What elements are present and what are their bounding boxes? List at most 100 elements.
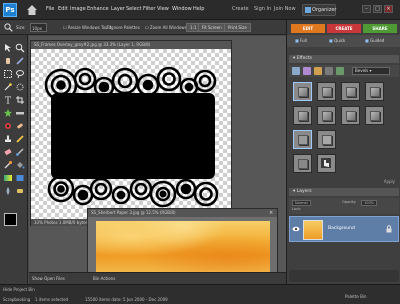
- maximize-button[interactable]: □: [373, 5, 382, 13]
- home-icon[interactable]: [26, 4, 38, 16]
- resize-windows-checkbox[interactable]: ☐ Resize Windows To Fit: [63, 23, 111, 32]
- tab-edit[interactable]: EDIT: [291, 24, 325, 33]
- document-window-sherbert-paper[interactable]: SS_Sherbert Paper 3.jpg @ 12.5% (RGB/8) …: [87, 208, 278, 274]
- zoom-all-checkbox[interactable]: ☐ Zoom All Windows: [145, 23, 187, 32]
- spot-healing-tool-icon[interactable]: [15, 121, 25, 131]
- menu-filter[interactable]: Filter: [143, 6, 155, 12]
- eyedropper-tool-icon[interactable]: [15, 56, 25, 66]
- size-label: Size:: [16, 25, 26, 30]
- menu-edit[interactable]: Edit: [58, 6, 68, 12]
- opacity-input[interactable]: 100%: [361, 200, 378, 206]
- marquee-tool-icon[interactable]: [3, 69, 13, 79]
- tab-share[interactable]: SHARE: [363, 24, 397, 33]
- hide-project-bin-button[interactable]: Hide Project Bin: [3, 287, 35, 292]
- sponge-tool-icon[interactable]: [15, 186, 25, 196]
- doc2-close-icon[interactable]: ×: [269, 209, 275, 217]
- layer-row-background[interactable]: Background: [289, 216, 399, 242]
- gradient-tool-icon[interactable]: [3, 173, 13, 183]
- effect-swatch[interactable]: [365, 106, 384, 125]
- effects-panel-header[interactable]: ▾ Effects: [289, 55, 399, 63]
- menu-view[interactable]: View: [157, 6, 169, 12]
- effect-swatch[interactable]: [317, 130, 336, 149]
- pencil-tool-icon[interactable]: [15, 134, 25, 144]
- status-workspace: Scrapbooking: [3, 297, 31, 302]
- magic-wand-tool-icon[interactable]: [3, 82, 13, 92]
- red-eye-tool-icon[interactable]: [3, 121, 13, 131]
- crop-tool-icon[interactable]: [15, 95, 25, 105]
- textures-icon[interactable]: [336, 67, 344, 75]
- quick-selection-tool-icon[interactable]: [15, 82, 25, 92]
- layer-styles-icon[interactable]: [303, 67, 311, 75]
- close-button[interactable]: ×: [384, 5, 393, 13]
- status-selection: 1 items selected: [35, 297, 69, 302]
- foreground-color-swatch[interactable]: [4, 213, 17, 226]
- move-tool-icon[interactable]: [3, 43, 13, 53]
- fit-screen-button[interactable]: Fit Screen: [198, 23, 226, 32]
- photo-effects-icon[interactable]: [314, 67, 322, 75]
- effect-swatch[interactable]: [293, 106, 312, 125]
- hand-tool-icon[interactable]: [3, 56, 13, 66]
- cookie-cutter-tool-icon[interactable]: [3, 108, 13, 118]
- apply-effect-button[interactable]: Apply: [373, 178, 395, 185]
- doc1-canvas[interactable]: [31, 49, 231, 219]
- menu-file[interactable]: File: [46, 6, 54, 12]
- effect-swatch[interactable]: [293, 82, 312, 101]
- ignore-palettes-checkbox[interactable]: ☑ Ignore Palettes: [105, 23, 140, 32]
- effect-swatch[interactable]: [317, 106, 336, 125]
- menu-layer[interactable]: Layer: [111, 6, 125, 12]
- bin-actions-dropdown[interactable]: Bin Actions: [93, 276, 115, 281]
- blend-mode-select[interactable]: Normal: [292, 200, 311, 206]
- show-open-files-dropdown[interactable]: Show Open Files: [32, 276, 65, 281]
- zoom-tool-icon: [4, 23, 13, 32]
- document-window-frame-overlay[interactable]: SS_Frames Overlay_grey#2.jpg @ 33.3% (La…: [30, 40, 232, 226]
- effects-category-select[interactable]: Bevels ▾: [352, 67, 390, 75]
- subtab-quick[interactable]: ■ Quick: [329, 37, 345, 45]
- effect-swatch[interactable]: [341, 82, 360, 101]
- visibility-eye-icon[interactable]: [292, 226, 300, 232]
- organizer-label: Organizer: [312, 7, 337, 13]
- doc2-canvas[interactable]: [96, 221, 270, 273]
- sign-in-link[interactable]: Sign In: [254, 6, 271, 12]
- subtab-full[interactable]: ■ Full: [295, 37, 307, 45]
- status-bar: Hide Project Bin Scrapbooking 1 items se…: [0, 284, 400, 304]
- paint-bucket-tool-icon[interactable]: [15, 160, 25, 170]
- palette-bin-button[interactable]: Palette Bin: [345, 294, 367, 299]
- tab-create[interactable]: CREATE: [327, 24, 361, 33]
- effects-toolbar: Bevels ▾: [289, 65, 399, 77]
- brush-tool-icon[interactable]: [15, 147, 25, 157]
- menu-enhance[interactable]: Enhance: [87, 6, 109, 12]
- status-items-date: 15500 items date: 5 Jun 2000 - Dec 2009: [85, 297, 168, 302]
- straighten-tool-icon[interactable]: [15, 108, 25, 118]
- menu-select[interactable]: Select: [126, 6, 141, 12]
- smart-brush-tool-icon[interactable]: [3, 160, 13, 170]
- size-input[interactable]: 10px: [30, 23, 47, 32]
- blur-tool-icon[interactable]: [3, 186, 13, 196]
- lasso-tool-icon[interactable]: [15, 69, 25, 79]
- effect-swatch[interactable]: [317, 82, 336, 101]
- join-now-link[interactable]: Join Now: [274, 6, 296, 12]
- layers-panel-header[interactable]: ▾ Layers: [289, 188, 399, 196]
- zoom-tool-button-icon[interactable]: [15, 43, 25, 53]
- menu-window[interactable]: Window: [172, 6, 192, 12]
- shape-tool-icon[interactable]: [15, 173, 25, 183]
- clone-stamp-tool-icon[interactable]: [3, 134, 13, 144]
- effect-swatch[interactable]: [293, 130, 312, 149]
- menu-image[interactable]: Image: [70, 6, 86, 12]
- organizer-button[interactable]: Organizer: [302, 4, 336, 16]
- effect-swatch[interactable]: [317, 154, 336, 173]
- minimize-button[interactable]: –: [362, 5, 371, 13]
- eraser-tool-icon[interactable]: [3, 147, 13, 157]
- effect-swatch[interactable]: [365, 82, 384, 101]
- menu-help[interactable]: Help: [193, 6, 204, 12]
- effect-swatch[interactable]: [293, 154, 312, 173]
- create-link[interactable]: Create: [232, 6, 249, 12]
- doc1-title[interactable]: SS_Frames Overlay_grey#2.jpg @ 33.3% (La…: [31, 41, 231, 49]
- doc2-title[interactable]: SS_Sherbert Paper 3.jpg @ 12.5% (RGB/8): [88, 209, 277, 217]
- print-size-button[interactable]: Print Size: [224, 23, 251, 32]
- subtab-guided[interactable]: ■ Guided: [365, 37, 384, 45]
- all-effects-icon[interactable]: [325, 67, 333, 75]
- filters-icon[interactable]: [292, 67, 300, 75]
- toolbox: T: [0, 35, 28, 284]
- type-tool-icon[interactable]: T: [3, 95, 13, 106]
- effect-swatch[interactable]: [341, 106, 360, 125]
